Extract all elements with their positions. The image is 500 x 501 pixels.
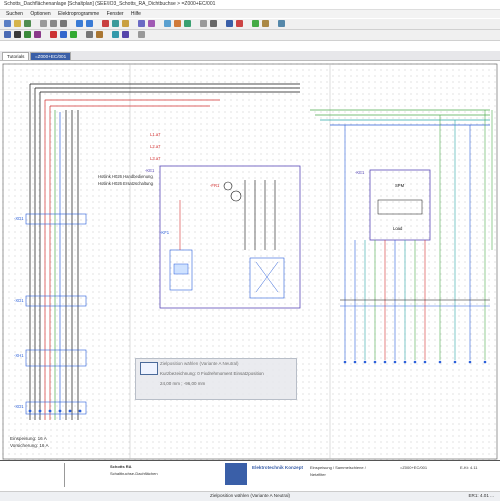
grid-icon[interactable] <box>138 20 145 27</box>
redo-icon[interactable] <box>86 20 93 27</box>
wire-blue-icon[interactable] <box>60 31 67 38</box>
open-icon[interactable] <box>14 20 21 27</box>
revision-table <box>4 463 65 487</box>
cut-icon[interactable] <box>40 20 47 27</box>
device-label: SPM <box>395 183 405 188</box>
text-icon[interactable] <box>86 31 93 38</box>
busbar-group <box>30 83 490 126</box>
new-icon[interactable] <box>4 20 11 27</box>
company-logo-icon <box>225 463 247 485</box>
settings-icon[interactable] <box>210 20 217 27</box>
relay-coil <box>230 190 242 202</box>
title-bar: Schotts_Dachflächenanlage [Schaltplan] (… <box>0 0 500 10</box>
undo-icon[interactable] <box>76 20 83 27</box>
tooltip-line: Kurzbezeichnung: 0 Fixdrehmoment Einsatz… <box>160 371 264 376</box>
plc-icon[interactable] <box>122 31 129 38</box>
note-absicherung: Vorsicherung: 16 A <box>10 443 49 448</box>
device-label: -FR1 <box>210 183 220 188</box>
sheet-title-block: Schotts RA Schaltbuchse-Dachflächen Elek… <box>0 460 500 491</box>
symbol-preview-icon <box>140 362 158 375</box>
device-label: -KE1 <box>145 168 155 173</box>
project-name: Schotts RA <box>110 464 132 469</box>
left-feed-wires <box>29 84 79 420</box>
device-icon[interactable] <box>184 20 191 27</box>
measure-icon[interactable] <box>138 31 145 38</box>
device-label: -KF1 <box>160 230 170 235</box>
connection-icon[interactable] <box>174 20 181 27</box>
wire-label: L1.a7 <box>150 132 161 137</box>
wire-label: L2.a7 <box>150 144 161 149</box>
zoom-fit-icon[interactable] <box>112 20 119 27</box>
tooltip-line: Zielposition wählen (Variante A Neutral) <box>160 361 239 366</box>
print-icon[interactable] <box>200 20 207 27</box>
menu-item-optionen[interactable]: Optionen <box>30 10 50 18</box>
save-icon[interactable] <box>24 20 31 27</box>
project-subtitle: Schaltbuchse-Dachflächen <box>110 471 158 476</box>
tooltip-line: 24,00 mm ; -96,00 mm <box>160 381 206 386</box>
sheet-description: Einspeisung / Sammelschiene / <box>310 465 366 470</box>
center-device-box <box>159 165 301 309</box>
layer-icon[interactable] <box>148 20 155 27</box>
copy-icon[interactable] <box>50 20 57 27</box>
ethernet-icon <box>173 263 189 275</box>
menu-item-suchen[interactable]: Suchen <box>6 10 23 18</box>
note-einspeisung: Einspeisung: 16 A <box>10 436 47 441</box>
revision-id: E-Kt: 4.11 <box>460 465 478 470</box>
paste-icon[interactable] <box>60 20 67 27</box>
pan-icon[interactable] <box>122 20 129 27</box>
hint-text: Hotlink H026 Ersatzschaltung <box>98 181 153 186</box>
status-info: ER1: 4.01 ... <box>468 493 494 498</box>
device-label: -XD1 <box>14 404 24 409</box>
tab-tutorials[interactable]: Tutorials <box>2 52 30 60</box>
placement-tooltip: Zielposition wählen (Variante A Neutral)… <box>135 358 297 400</box>
spm-module <box>377 199 423 215</box>
hint-text: Hotlink H026 Handbedienung <box>98 174 153 179</box>
toolbar-main <box>0 19 500 30</box>
status-message: Zielposition wählen (Variante A Neutral) <box>210 493 291 498</box>
tab-page[interactable]: =Z000+EC/001 <box>30 52 72 60</box>
device-label: -XD1 <box>14 298 24 303</box>
device-label: -KE1 <box>355 170 365 175</box>
device-label: -XH1 <box>14 353 24 358</box>
terminal-icon[interactable] <box>96 31 103 38</box>
stop-icon[interactable] <box>236 20 243 27</box>
menu-item-fenster[interactable]: Fenster <box>107 10 124 18</box>
document-tabs: Tutorials =Z000+EC/001 <box>0 51 500 61</box>
menu-item-elektroprogramme[interactable]: Elektroprogramme <box>58 10 99 18</box>
rectangle-icon[interactable] <box>24 31 31 38</box>
schematic-drawing[interactable] <box>0 61 500 460</box>
right-distribution-wires <box>340 110 490 360</box>
filter-block <box>249 257 285 299</box>
wire-green-icon[interactable] <box>70 31 77 38</box>
menu-bar: Suchen Optionen Elektroprogramme Fenster… <box>0 10 500 18</box>
device-label: -XD1 <box>14 216 24 221</box>
check-icon[interactable] <box>252 20 259 27</box>
symbol-icon[interactable] <box>164 20 171 27</box>
cable-icon[interactable] <box>112 31 119 38</box>
wire-label: L3.a7 <box>150 156 161 161</box>
device-label: Load <box>393 226 403 231</box>
wire-red-icon[interactable] <box>50 31 57 38</box>
menu-item-hilfe[interactable]: Hilfe <box>131 10 141 18</box>
select-icon[interactable] <box>4 31 11 38</box>
report-icon[interactable] <box>262 20 269 27</box>
page-id: =Z000+EC/001 <box>400 465 428 470</box>
line-icon[interactable] <box>14 31 21 38</box>
circle-icon[interactable] <box>34 31 41 38</box>
help-icon[interactable] <box>278 20 285 27</box>
right-terminal-dots <box>343 360 487 364</box>
toolbar-draw <box>0 30 500 41</box>
navigate-icon[interactable] <box>226 20 233 27</box>
window-title: Schotts_Dachflächenanlage [Schaltplan] (… <box>4 1 216 7</box>
sheet-description: Netzfilter <box>310 472 326 477</box>
company-name: Elektrotechnik Konzept <box>252 465 304 470</box>
relay-coil <box>223 181 233 191</box>
zoom-icon[interactable] <box>102 20 109 27</box>
